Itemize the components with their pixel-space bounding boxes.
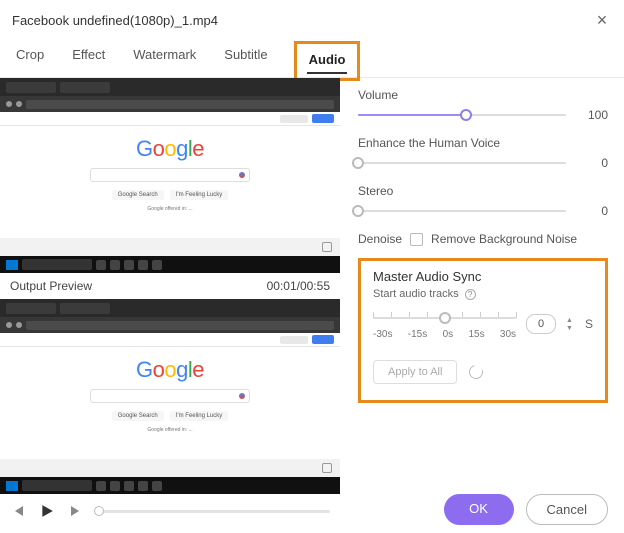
play-button[interactable] — [38, 502, 56, 520]
google-logo: Google — [136, 136, 204, 162]
reset-icon[interactable] — [467, 362, 486, 381]
sync-unit: S — [585, 317, 593, 331]
highlight-box-sync: Master Audio Sync Start audio tracks ? -… — [358, 258, 608, 403]
sync-title: Master Audio Sync — [373, 269, 593, 284]
progress-bar[interactable] — [94, 510, 330, 513]
volume-value: 100 — [578, 108, 608, 122]
sync-step-down[interactable]: ▼ — [566, 325, 573, 332]
enhance-label: Enhance the Human Voice — [358, 136, 608, 150]
enhance-value: 0 — [578, 156, 608, 170]
sync-subtitle: Start audio tracks — [373, 288, 459, 300]
tab-bar: Crop Effect Watermark Subtitle Audio — [0, 35, 624, 78]
highlight-box-tab: Audio — [294, 41, 361, 81]
close-icon[interactable]: × — [592, 10, 612, 31]
ok-button[interactable]: OK — [444, 494, 514, 525]
remove-noise-checkbox[interactable] — [410, 233, 423, 246]
tab-subtitle[interactable]: Subtitle — [222, 41, 269, 77]
tab-effect[interactable]: Effect — [70, 41, 107, 77]
cancel-button[interactable]: Cancel — [526, 494, 608, 525]
volume-slider[interactable] — [358, 114, 566, 116]
output-preview: Google Google SearchI'm Feeling Lucky Go… — [0, 299, 340, 494]
playback-time: 00:01/00:55 — [267, 279, 330, 293]
help-icon[interactable]: ? — [465, 289, 476, 300]
volume-label: Volume — [358, 88, 608, 102]
remove-noise-label: Remove Background Noise — [431, 232, 577, 246]
window-title: Facebook undefined(1080p)_1.mp4 — [12, 13, 218, 28]
next-button[interactable] — [66, 502, 84, 520]
tab-audio[interactable]: Audio — [307, 46, 348, 73]
sync-slider[interactable] — [373, 317, 516, 319]
prev-button[interactable] — [10, 502, 28, 520]
output-preview-label: Output Preview — [10, 279, 92, 293]
stereo-slider[interactable] — [358, 210, 566, 212]
enhance-slider[interactable] — [358, 162, 566, 164]
sync-value-input[interactable]: 0 — [526, 314, 556, 334]
stereo-label: Stereo — [358, 184, 608, 198]
apply-to-all-button[interactable]: Apply to All — [373, 360, 457, 384]
tab-crop[interactable]: Crop — [14, 41, 46, 77]
stereo-value: 0 — [578, 204, 608, 218]
sync-step-up[interactable]: ▲ — [566, 317, 573, 324]
denoise-label: Denoise — [358, 232, 402, 246]
source-preview: Google Google SearchI'm Feeling Lucky Go… — [0, 78, 340, 273]
tab-watermark[interactable]: Watermark — [131, 41, 198, 77]
